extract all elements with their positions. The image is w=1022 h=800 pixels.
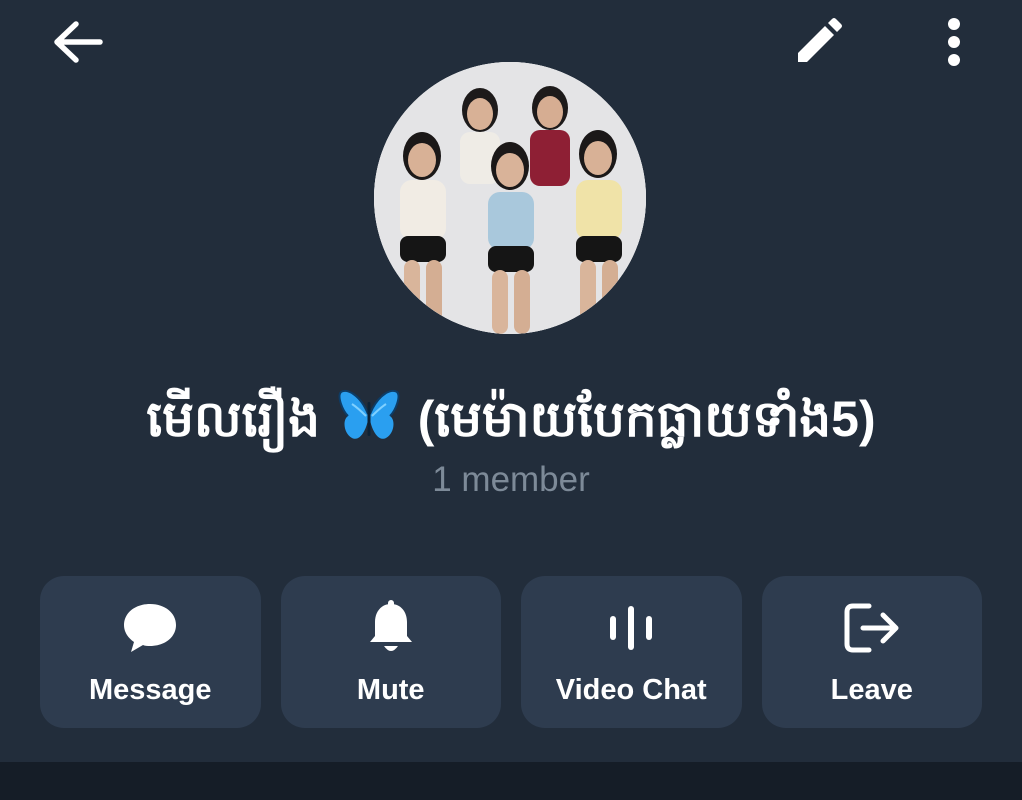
bell-icon xyxy=(369,600,412,651)
edit-button[interactable] xyxy=(786,10,850,74)
video-chat-button[interactable]: Video Chat xyxy=(521,576,742,728)
chat-bubble-icon xyxy=(124,604,177,652)
more-options-button[interactable] xyxy=(926,10,982,74)
back-button[interactable] xyxy=(40,10,116,74)
arrow-left-icon xyxy=(54,21,103,63)
mute-button[interactable]: Mute xyxy=(280,576,501,728)
group-name-part2: (មេម៉ាយបែកធ្លាយទាំង5) xyxy=(417,391,876,447)
leave-button[interactable]: Leave xyxy=(761,576,982,728)
leave-icon xyxy=(844,603,899,653)
group-title: មើលរឿង (មេម៉ាយបែកធ្លាយទាំង5) xyxy=(0,382,1022,456)
voice-chat-icon xyxy=(610,606,653,650)
butterfly-icon xyxy=(338,389,400,439)
leave-label: Leave xyxy=(830,674,913,706)
member-count: 1 member xyxy=(432,460,590,499)
bottom-section xyxy=(0,762,1022,800)
pencil-icon xyxy=(798,18,842,62)
message-label: Message xyxy=(88,674,212,706)
video-chat-label: Video Chat xyxy=(555,674,707,706)
more-vertical-icon xyxy=(948,18,960,66)
group-name-part1: មើលរឿង xyxy=(146,391,320,447)
message-button[interactable]: Message xyxy=(40,576,261,728)
action-buttons: Message Mute Video Chat Leave xyxy=(40,576,982,728)
group-avatar[interactable] xyxy=(374,62,646,334)
group-profile-screen: មើលរឿង (មេម៉ាយបែកធ្លាយទាំង5) 1 member Me… xyxy=(0,0,1022,800)
avatar-photo xyxy=(374,62,646,334)
mute-label: Mute xyxy=(356,674,425,706)
